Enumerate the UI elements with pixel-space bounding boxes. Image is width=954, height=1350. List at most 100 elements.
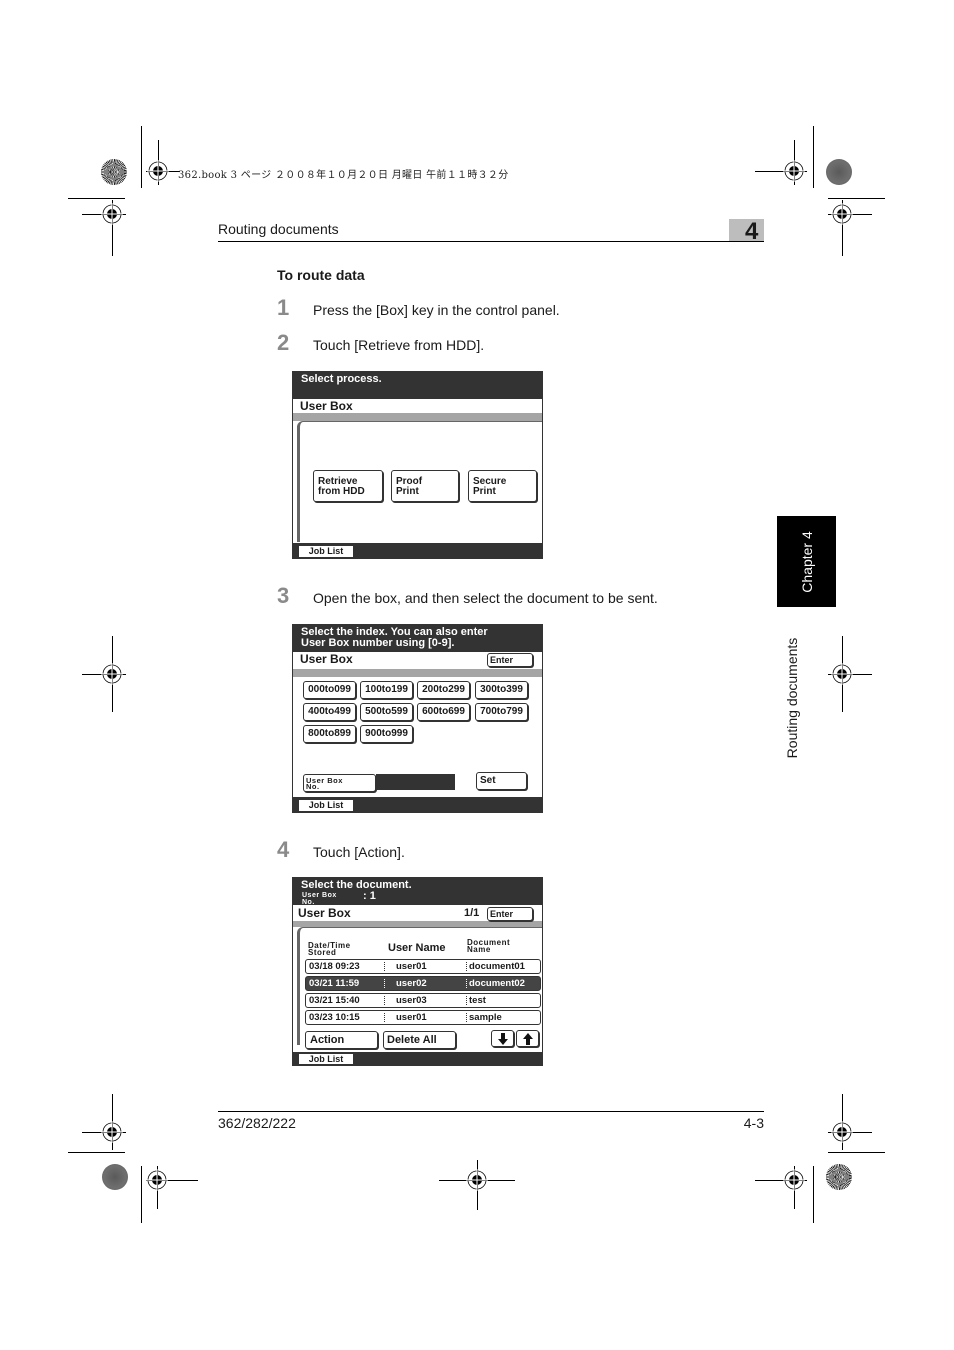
screen-title: Select process.: [293, 372, 542, 399]
retrieve-from-hdd-button[interactable]: Retrieve from HDD: [313, 470, 383, 502]
screen-select-process: Select process. User Box Retrieve from HD…: [292, 371, 543, 559]
document-row[interactable]: 03/18 09:23 user01 document01: [305, 959, 541, 974]
screen-footer: Job List: [293, 1052, 542, 1065]
screen-title-line: User Box number using [0-9].: [301, 637, 455, 649]
crop-line: [141, 1166, 142, 1223]
registration-mark-icon: [831, 663, 853, 685]
index-button-400to499[interactable]: 400to499: [303, 703, 356, 721]
step-number: 3: [277, 583, 290, 608]
index-button-900to999[interactable]: 900to999: [360, 725, 413, 743]
index-button-300to399[interactable]: 300to399: [475, 681, 528, 699]
registration-mark-icon: [101, 1121, 123, 1143]
row-date: 03/18 09:23: [309, 961, 360, 972]
document-row[interactable]: 03/21 15:40 user03 test: [305, 993, 541, 1008]
proof-print-button[interactable]: Proof Print: [391, 470, 459, 502]
print-metadata: 362.book 3 ページ ２００８年１０月２０日 月曜日 午前１１時３２分: [178, 170, 509, 181]
step-text: Open the box, and then select the docume…: [313, 590, 658, 606]
action-button[interactable]: Action: [305, 1031, 378, 1049]
crop-line: [68, 1152, 125, 1153]
enter-button[interactable]: Enter: [487, 653, 533, 667]
index-button-600to699[interactable]: 600to699: [417, 703, 470, 721]
registration-mark-icon: [783, 160, 805, 182]
user-box-label: User Box: [293, 399, 542, 413]
step-number: 4: [277, 837, 290, 862]
arrow-down-icon: [497, 1033, 508, 1045]
row-date: 03/21 11:59: [309, 978, 360, 989]
registration-mark-icon: [466, 1169, 488, 1191]
crop-line: [68, 198, 125, 199]
index-button-700to799[interactable]: 700to799: [475, 703, 528, 721]
row-date: 03/21 15:40: [309, 995, 360, 1006]
row-date: 03/23 10:15: [309, 1012, 360, 1023]
index-button-500to599[interactable]: 500to599: [360, 703, 413, 721]
index-button-000to099[interactable]: 000to099: [303, 681, 356, 699]
delete-all-button[interactable]: Delete All: [383, 1031, 456, 1049]
footer-rule: [218, 1111, 764, 1112]
column-separator: [466, 996, 467, 1005]
user-box-no-caption: User Box No.: [302, 892, 337, 906]
chapter-side-tab: Chapter 4: [777, 516, 836, 607]
job-list-button[interactable]: Job List: [299, 546, 353, 557]
step-number: 1: [277, 295, 290, 320]
document-row-selected[interactable]: 03/21 11:59 user02 document02: [305, 976, 541, 991]
divider-bar: [293, 413, 542, 421]
screen-title: Select the document.: [301, 879, 412, 891]
registration-disc-icon: [826, 159, 852, 185]
index-area: 000to099 100to199 200to299 300to399 400t…: [293, 677, 542, 795]
button-label: from HDD: [318, 486, 365, 497]
column-separator: [466, 962, 467, 971]
scroll-down-button[interactable]: [491, 1030, 514, 1047]
job-list-button[interactable]: Job List: [299, 1054, 353, 1064]
index-button-100to199[interactable]: 100to199: [360, 681, 413, 699]
column-separator: [466, 979, 467, 988]
crop-line: [828, 1152, 885, 1153]
divider-bar: [293, 669, 542, 677]
process-area: Retrieve from HDD Proof Print Secure Print: [297, 421, 542, 542]
row-user: user03: [396, 995, 427, 1006]
page-indicator: 1/1: [464, 907, 480, 919]
footer-model: 362/282/222: [218, 1115, 296, 1131]
button-label: Print: [396, 486, 419, 497]
document-row[interactable]: 03/23 10:15 user01 sample: [305, 1010, 541, 1025]
registration-mark-icon: [147, 160, 169, 182]
document-list-area: Date/Time Stored User Name Document Name…: [297, 927, 542, 1049]
registration-mark-icon: [831, 1121, 853, 1143]
step-text: Touch [Retrieve from HDD].: [313, 337, 485, 353]
registration-disc-icon: [826, 1164, 852, 1190]
row-user: user02: [396, 978, 427, 989]
registration-mark-icon: [831, 203, 853, 225]
button-label: Print: [473, 486, 496, 497]
index-button-200to299[interactable]: 200to299: [417, 681, 470, 699]
column-separator: [384, 962, 385, 971]
footer-page-number: 4-3: [743, 1115, 764, 1131]
arrow-up-icon: [522, 1033, 533, 1045]
index-button-800to899[interactable]: 800to899: [303, 725, 356, 743]
registration-disc-icon: [101, 159, 127, 185]
job-list-button[interactable]: Job List: [299, 800, 353, 811]
user-box-no-button[interactable]: User Box No.: [303, 774, 376, 792]
column-header-date: Date/Time Stored: [308, 942, 351, 957]
row-user: user01: [396, 961, 427, 972]
section-side-label: Routing documents: [784, 637, 800, 759]
column-separator: [384, 1013, 385, 1022]
registration-mark-icon: [101, 663, 123, 685]
section-title: To route data: [277, 267, 365, 283]
secure-print-button[interactable]: Secure Print: [468, 470, 537, 502]
step-text: Touch [Action].: [313, 844, 405, 860]
enter-button[interactable]: Enter: [487, 907, 533, 921]
screen-title: Select the index. You can also enter Use…: [293, 625, 542, 652]
caption-line: User Box: [302, 892, 337, 899]
crop-line: [813, 1166, 814, 1223]
column-header-document-name: Document Name: [467, 939, 510, 954]
user-box-number-value: : 1: [363, 890, 376, 902]
screen-select-index: Select the index. You can also enter Use…: [292, 624, 543, 813]
screen-footer: Job List: [293, 797, 542, 812]
column-separator: [384, 996, 385, 1005]
user-box-bar: User Box 1/1 Enter: [293, 905, 542, 921]
user-box-number-input[interactable]: [376, 774, 455, 790]
set-button[interactable]: Set: [476, 772, 527, 790]
registration-disc-icon: [102, 1164, 128, 1190]
registration-mark-icon: [101, 203, 123, 225]
row-document: sample: [469, 1012, 502, 1023]
scroll-up-button[interactable]: [516, 1030, 539, 1047]
